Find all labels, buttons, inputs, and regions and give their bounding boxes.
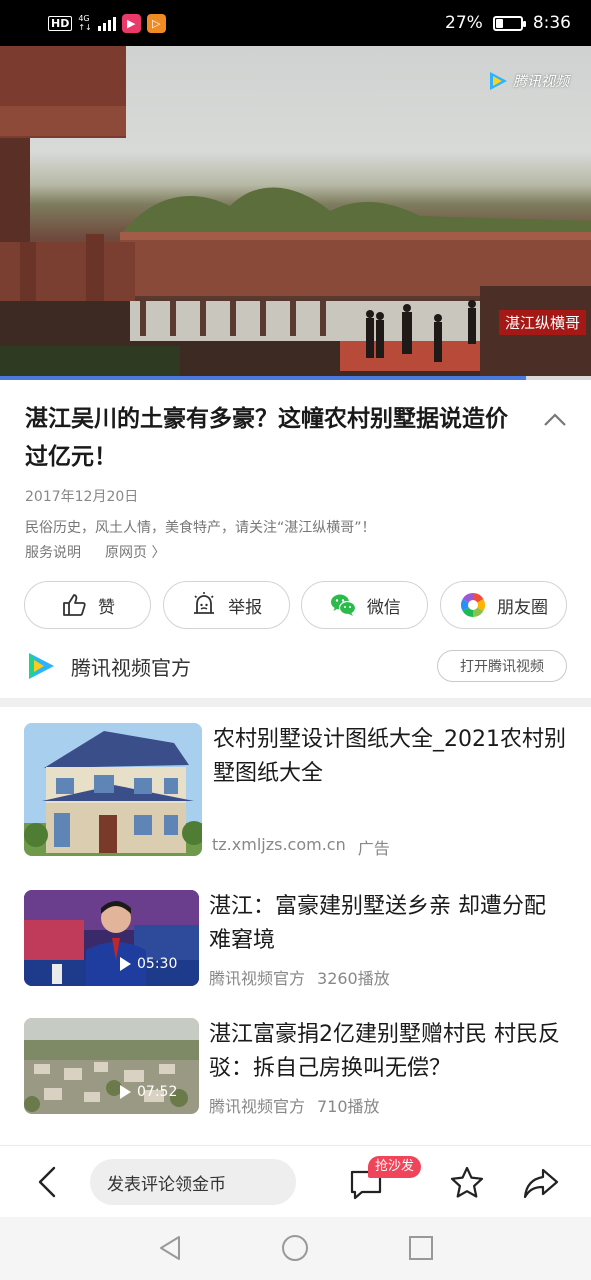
play-icon bbox=[120, 1085, 131, 1099]
system-nav-bar bbox=[0, 1217, 591, 1280]
like-button[interactable]: 赞 bbox=[24, 581, 151, 629]
publish-date: 2017年12月20日 bbox=[25, 489, 139, 505]
article-description: 民俗历史，风土人情，美食特产，请关注“湛江纵横哥”！ bbox=[25, 520, 376, 536]
ad-tag: 广告 bbox=[357, 839, 390, 858]
status-bar: HD 4G ↑↓ ▶ ▷ 27% 8:36 bbox=[0, 0, 591, 46]
section-divider bbox=[0, 698, 591, 707]
rec-title: 湛江：富豪建别墅送乡亲 却遭分配难窘境 bbox=[209, 894, 546, 953]
video-duration: 07:52 bbox=[120, 1084, 177, 1100]
bottom-toolbar: 发表评论领金币 抢沙发 bbox=[0, 1145, 591, 1217]
nav-back-icon[interactable] bbox=[155, 1233, 185, 1263]
channel-watermark: 湛江纵横哥 bbox=[498, 310, 586, 335]
play-icon bbox=[120, 957, 131, 971]
open-tencent-video-button[interactable]: 打开腾讯视频 bbox=[437, 650, 567, 682]
moments-icon bbox=[460, 593, 485, 617]
page: HD 4G ↑↓ ▶ ▷ 27% 8:36 腾讯视频 湛江纵横哥 湛江吴川的土豪… bbox=[0, 0, 591, 1280]
play-app-icon: ▷ bbox=[146, 13, 166, 33]
source-row: 腾讯视频官方 打开腾讯视频 bbox=[25, 648, 567, 684]
rec-title: 湛江富豪捐2亿建别墅赠村民 村民反驳：拆自己房换叫无偿？ bbox=[209, 1022, 560, 1081]
thumbs-up-icon bbox=[63, 594, 86, 616]
article-links: 服务说明 原网页 〉 bbox=[25, 542, 165, 562]
rec-plays: 710播放 bbox=[317, 1097, 380, 1116]
wechat-icon bbox=[330, 594, 356, 616]
source-page-link[interactable]: 原网页 〉 bbox=[105, 542, 165, 562]
video-progress-bar[interactable] bbox=[0, 376, 591, 380]
moments-share-button[interactable]: 朋友圈 bbox=[439, 581, 567, 629]
nav-home-icon[interactable] bbox=[280, 1233, 310, 1263]
clock: 8:36 bbox=[532, 13, 571, 33]
back-arrow-icon[interactable] bbox=[30, 1162, 66, 1202]
network-indicator: 4G ↑↓ bbox=[78, 14, 92, 32]
favorite-star-icon[interactable] bbox=[448, 1164, 486, 1202]
list-item[interactable]: 07:52 湛江富豪捐2亿建别墅赠村民 村民反驳：拆自己房换叫无偿？ 腾讯视频官… bbox=[24, 1018, 567, 1117]
ad-thumbnail bbox=[24, 723, 202, 856]
like-label: 赞 bbox=[98, 597, 115, 618]
video-app-icon: ▶ bbox=[121, 13, 141, 33]
hd-indicator: HD bbox=[48, 15, 73, 31]
rec-title: 农村别墅设计图纸大全_2021农村别墅图纸大全 bbox=[213, 727, 566, 786]
action-row: 赞 举报 微信 朋友圈 bbox=[24, 581, 567, 629]
battery-icon bbox=[492, 15, 526, 31]
list-item[interactable]: 农村别墅设计图纸大全_2021农村别墅图纸大全 tz.xmljzs.com.cn… bbox=[24, 723, 567, 859]
tencent-video-logo-icon bbox=[29, 653, 54, 679]
video-watermark-logo: 腾讯视频 bbox=[487, 70, 569, 92]
rec-meta: tz.xmljzs.com.cn 广告 bbox=[212, 835, 390, 859]
video-player[interactable]: 腾讯视频 湛江纵横哥 bbox=[0, 46, 591, 376]
ad-domain: tz.xmljzs.com.cn bbox=[212, 835, 346, 854]
rec-meta: 腾讯视频官方 710播放 bbox=[209, 1093, 380, 1117]
list-item[interactable]: 05:30 湛江：富豪建别墅送乡亲 却遭分配难窘境 腾讯视频官方 3260播放 bbox=[24, 890, 567, 989]
report-button[interactable]: 举报 bbox=[162, 581, 290, 629]
moments-label: 朋友圈 bbox=[496, 597, 548, 618]
source-name[interactable]: 腾讯视频官方 bbox=[71, 652, 191, 681]
rec-author: 腾讯视频官方 bbox=[209, 969, 306, 988]
article-title: 湛江吴川的土豪有多豪？这幢农村别墅据说造价过亿元！ bbox=[25, 406, 508, 470]
video-progress-fill bbox=[0, 376, 526, 380]
rec-meta: 腾讯视频官方 3260播放 bbox=[209, 965, 390, 989]
battery-percent: 27% bbox=[445, 13, 483, 33]
rec-author: 腾讯视频官方 bbox=[209, 1097, 306, 1116]
video-duration: 05:30 bbox=[120, 956, 177, 972]
wechat-label: 微信 bbox=[366, 597, 401, 618]
signal-icon bbox=[97, 15, 116, 31]
report-icon bbox=[194, 592, 215, 614]
comment-input[interactable]: 发表评论领金币 bbox=[90, 1159, 296, 1205]
chevron-up-icon[interactable] bbox=[541, 408, 569, 432]
wechat-share-button[interactable]: 微信 bbox=[301, 581, 429, 629]
rec-plays: 3260播放 bbox=[317, 969, 390, 988]
share-icon[interactable] bbox=[521, 1164, 561, 1202]
tencent-video-logo-icon bbox=[490, 72, 507, 90]
report-label: 举报 bbox=[228, 597, 263, 618]
sofa-badge: 抢沙发 bbox=[368, 1156, 422, 1178]
nav-recents-icon[interactable] bbox=[406, 1233, 436, 1263]
service-link[interactable]: 服务说明 bbox=[25, 542, 81, 562]
